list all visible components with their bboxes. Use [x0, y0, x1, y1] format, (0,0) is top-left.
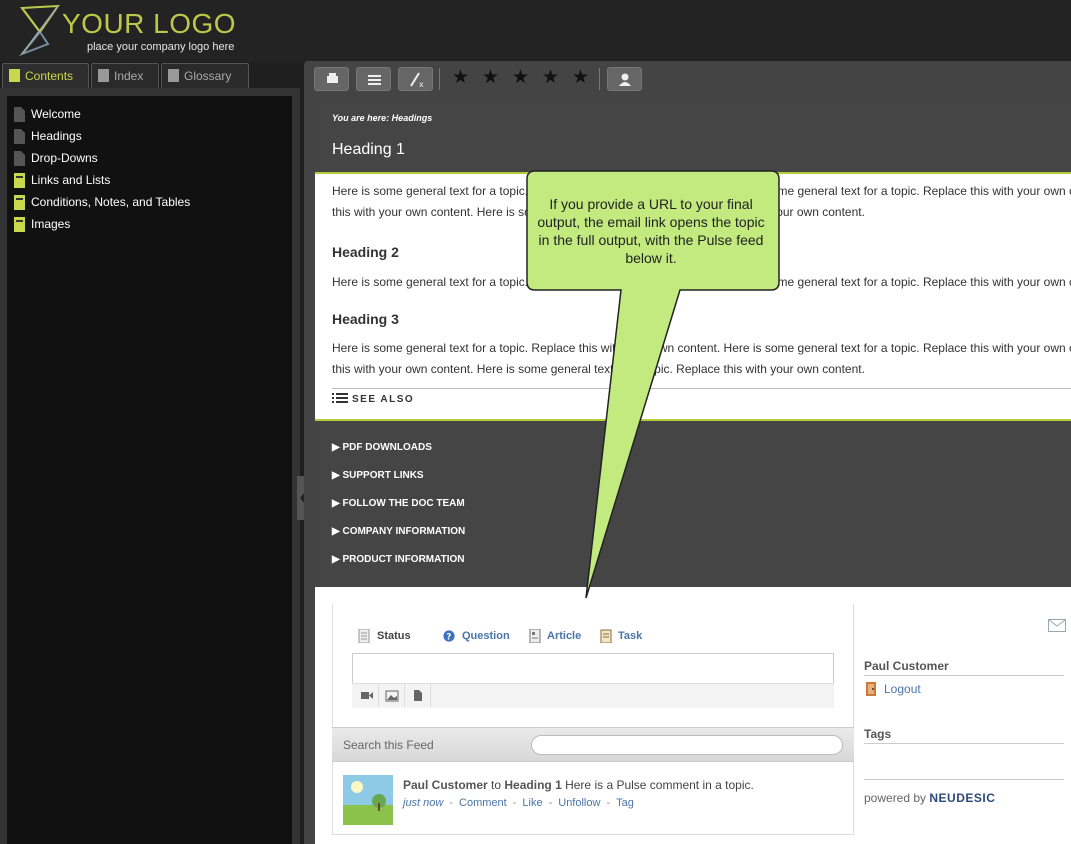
comment-link[interactable]: Comment [459, 797, 507, 809]
print-button[interactable] [314, 67, 349, 91]
comment-to: to [491, 778, 502, 792]
rating-star-icon[interactable]: ★ [482, 66, 499, 89]
article-icon [529, 629, 541, 643]
accent-rule [315, 172, 1071, 174]
avatar[interactable] [343, 775, 393, 825]
attach-video-button[interactable] [353, 684, 379, 707]
toolbar-separator [439, 68, 440, 90]
heading-2: Heading 2 [332, 244, 399, 260]
book-icon [14, 173, 25, 188]
triangle-right-icon: ▶ [332, 470, 343, 481]
attach-image-button[interactable] [379, 684, 405, 707]
remove-highlight-button[interactable]: x [398, 67, 433, 91]
triangle-right-icon: ▶ [332, 442, 343, 453]
attach-file-button[interactable] [405, 684, 431, 707]
tab-status[interactable]: Status [377, 630, 411, 642]
footer-section-follow-doc-team[interactable]: ▶ FOLLOW THE DOC TEAM [332, 498, 465, 509]
logout-icon[interactable] [864, 681, 880, 697]
unfollow-link[interactable]: Unfollow [558, 797, 600, 809]
remove-highlight-icon: x [410, 72, 424, 89]
print-icon [327, 73, 338, 83]
tab-index[interactable]: Index [91, 63, 159, 89]
breadcrumb: You are here: Headings [332, 113, 433, 123]
comment-time: just now [403, 797, 444, 809]
tab-article[interactable]: Article [547, 630, 581, 642]
paragraph-line: this with your own content. Here is some… [332, 362, 865, 376]
question-icon: ? [443, 630, 455, 642]
paragraph-line: Here is some general text for a topic. R… [332, 341, 1071, 355]
tag-link[interactable]: Tag [616, 797, 634, 809]
search-input[interactable] [531, 735, 843, 755]
callout-text: If you provide a URL to your final outpu… [537, 196, 765, 266]
triangle-right-icon: ▶ [332, 526, 343, 537]
footer-section-support-links[interactable]: ▶ SUPPORT LINKS [332, 470, 424, 481]
divider [864, 779, 1064, 780]
book-icon [14, 195, 25, 210]
list-icon [368, 75, 381, 85]
comment-author[interactable]: Paul Customer [403, 778, 488, 792]
divider [864, 743, 1064, 744]
rating-star-icon[interactable]: ★ [452, 66, 469, 89]
login-button[interactable] [607, 67, 642, 91]
comment-target[interactable]: Heading 1 [504, 778, 561, 792]
rating-star-icon[interactable]: ★ [512, 66, 529, 89]
image-icon [385, 690, 399, 702]
topic-header [315, 98, 1071, 172]
file-icon [414, 690, 422, 701]
email-icon[interactable] [1048, 619, 1066, 632]
divider [332, 388, 1071, 389]
powered-by-label: powered by [864, 791, 927, 805]
logo-tagline: place your company logo here [87, 41, 235, 53]
comment-text: Here is a Pulse comment in a topic. [565, 778, 754, 792]
list-icon [332, 393, 348, 403]
svg-text:?: ? [446, 632, 451, 642]
tags-label: Tags [864, 727, 892, 741]
glossary-icon [168, 69, 179, 82]
expand-all-button[interactable] [356, 67, 391, 91]
logo-mark-icon [18, 4, 60, 57]
user-icon [619, 73, 631, 86]
divider [864, 675, 1064, 676]
search-label: Search this Feed [343, 738, 434, 752]
page-icon [14, 129, 25, 144]
like-link[interactable]: Like [522, 797, 542, 809]
footer-section-pdf-downloads[interactable]: ▶ PDF DOWNLOADS [332, 442, 432, 453]
page-icon [14, 107, 25, 122]
tab-glossary[interactable]: Glossary [161, 63, 249, 89]
svg-text:x: x [419, 80, 424, 89]
powered-by: powered by NEUDESIC [864, 791, 995, 805]
list-icon [98, 69, 109, 82]
neudesic-logo[interactable]: NEUDESIC [929, 791, 995, 805]
see-also-toggle[interactable]: SEE ALSO [332, 393, 414, 405]
tab-task[interactable]: Task [618, 630, 642, 642]
see-also-label: SEE ALSO [352, 394, 415, 405]
tab-label: Index [114, 69, 144, 83]
user-name: Paul Customer [864, 659, 949, 673]
heading-3: Heading 3 [332, 311, 399, 327]
triangle-right-icon: ▶ [332, 554, 343, 565]
tab-label: Contents [25, 69, 74, 83]
page-icon [14, 151, 25, 166]
comment-actions: just now - Comment - Like - Unfollow - Tag [403, 797, 634, 809]
rating-star-icon[interactable]: ★ [572, 66, 589, 89]
paragraph-line: Here is some general text for a topic. R… [332, 275, 1071, 289]
book-icon [14, 217, 25, 232]
logo-text: YOUR LOGO [62, 8, 237, 39]
triangle-right-icon: ▶ [332, 498, 343, 509]
toolbar-separator [599, 68, 600, 90]
page-title: Heading 1 [332, 141, 405, 158]
feed-comment: Paul Customer to Heading 1 Here is a Pul… [403, 778, 754, 792]
tab-label: Glossary [184, 69, 232, 83]
logout-link[interactable]: Logout [884, 682, 921, 696]
tab-contents[interactable]: Contents [2, 63, 89, 89]
status-icon [358, 629, 370, 643]
footer-section-company-information[interactable]: ▶ COMPANY INFORMATION [332, 526, 465, 537]
video-icon [361, 692, 373, 699]
task-icon [600, 629, 612, 643]
tab-question[interactable]: Question [462, 630, 510, 642]
book-icon [9, 69, 20, 82]
footer-section-product-information[interactable]: ▶ PRODUCT INFORMATION [332, 554, 465, 565]
rating-star-icon[interactable]: ★ [542, 66, 559, 89]
